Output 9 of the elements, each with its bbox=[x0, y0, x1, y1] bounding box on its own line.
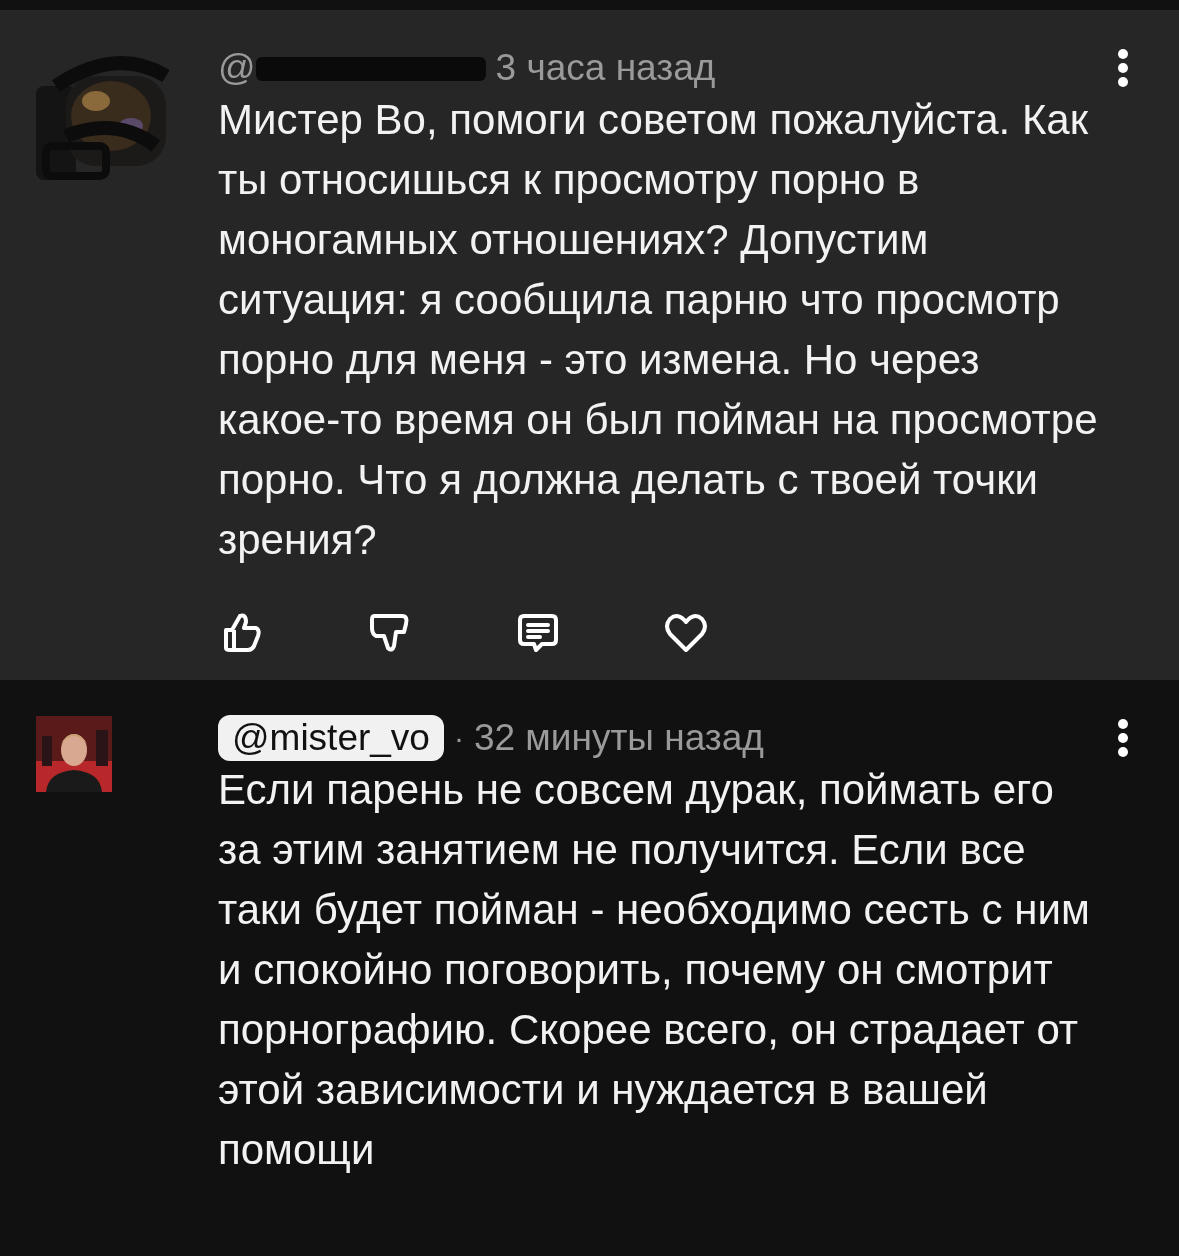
comment-time: 32 минуты назад bbox=[473, 717, 764, 759]
author-name[interactable]: @mister_vo bbox=[218, 715, 444, 761]
comment-text: Мистер Во, помоги советом пожалуйста. Как ты относишься к просмотру порно в моногамных отношениях? Допустим ситуация: я сообщила парню что просмотр порно для меня - это измена. Но через какое-то время он был пойман на просмотре порно. Что я должна делать с твоей точки зрения? bbox=[218, 95, 1099, 565]
comment-time: 3 часа назад bbox=[495, 47, 716, 89]
author-name[interactable]: @ bbox=[218, 47, 256, 89]
more-icon[interactable] bbox=[1117, 718, 1129, 758]
more-icon[interactable] bbox=[1117, 48, 1129, 88]
comment-text: Если парень не совсем дурак, поймать его за этим занятием не получится. Если все таки будет пойман - необходимо сесть с ним и спокойно поговорить, почему он смотрит порнографию. Скорее всего, он страдает от этой зависимости и нуждается в вашей помощи bbox=[218, 765, 1091, 1175]
separator-dot: · bbox=[453, 721, 464, 755]
